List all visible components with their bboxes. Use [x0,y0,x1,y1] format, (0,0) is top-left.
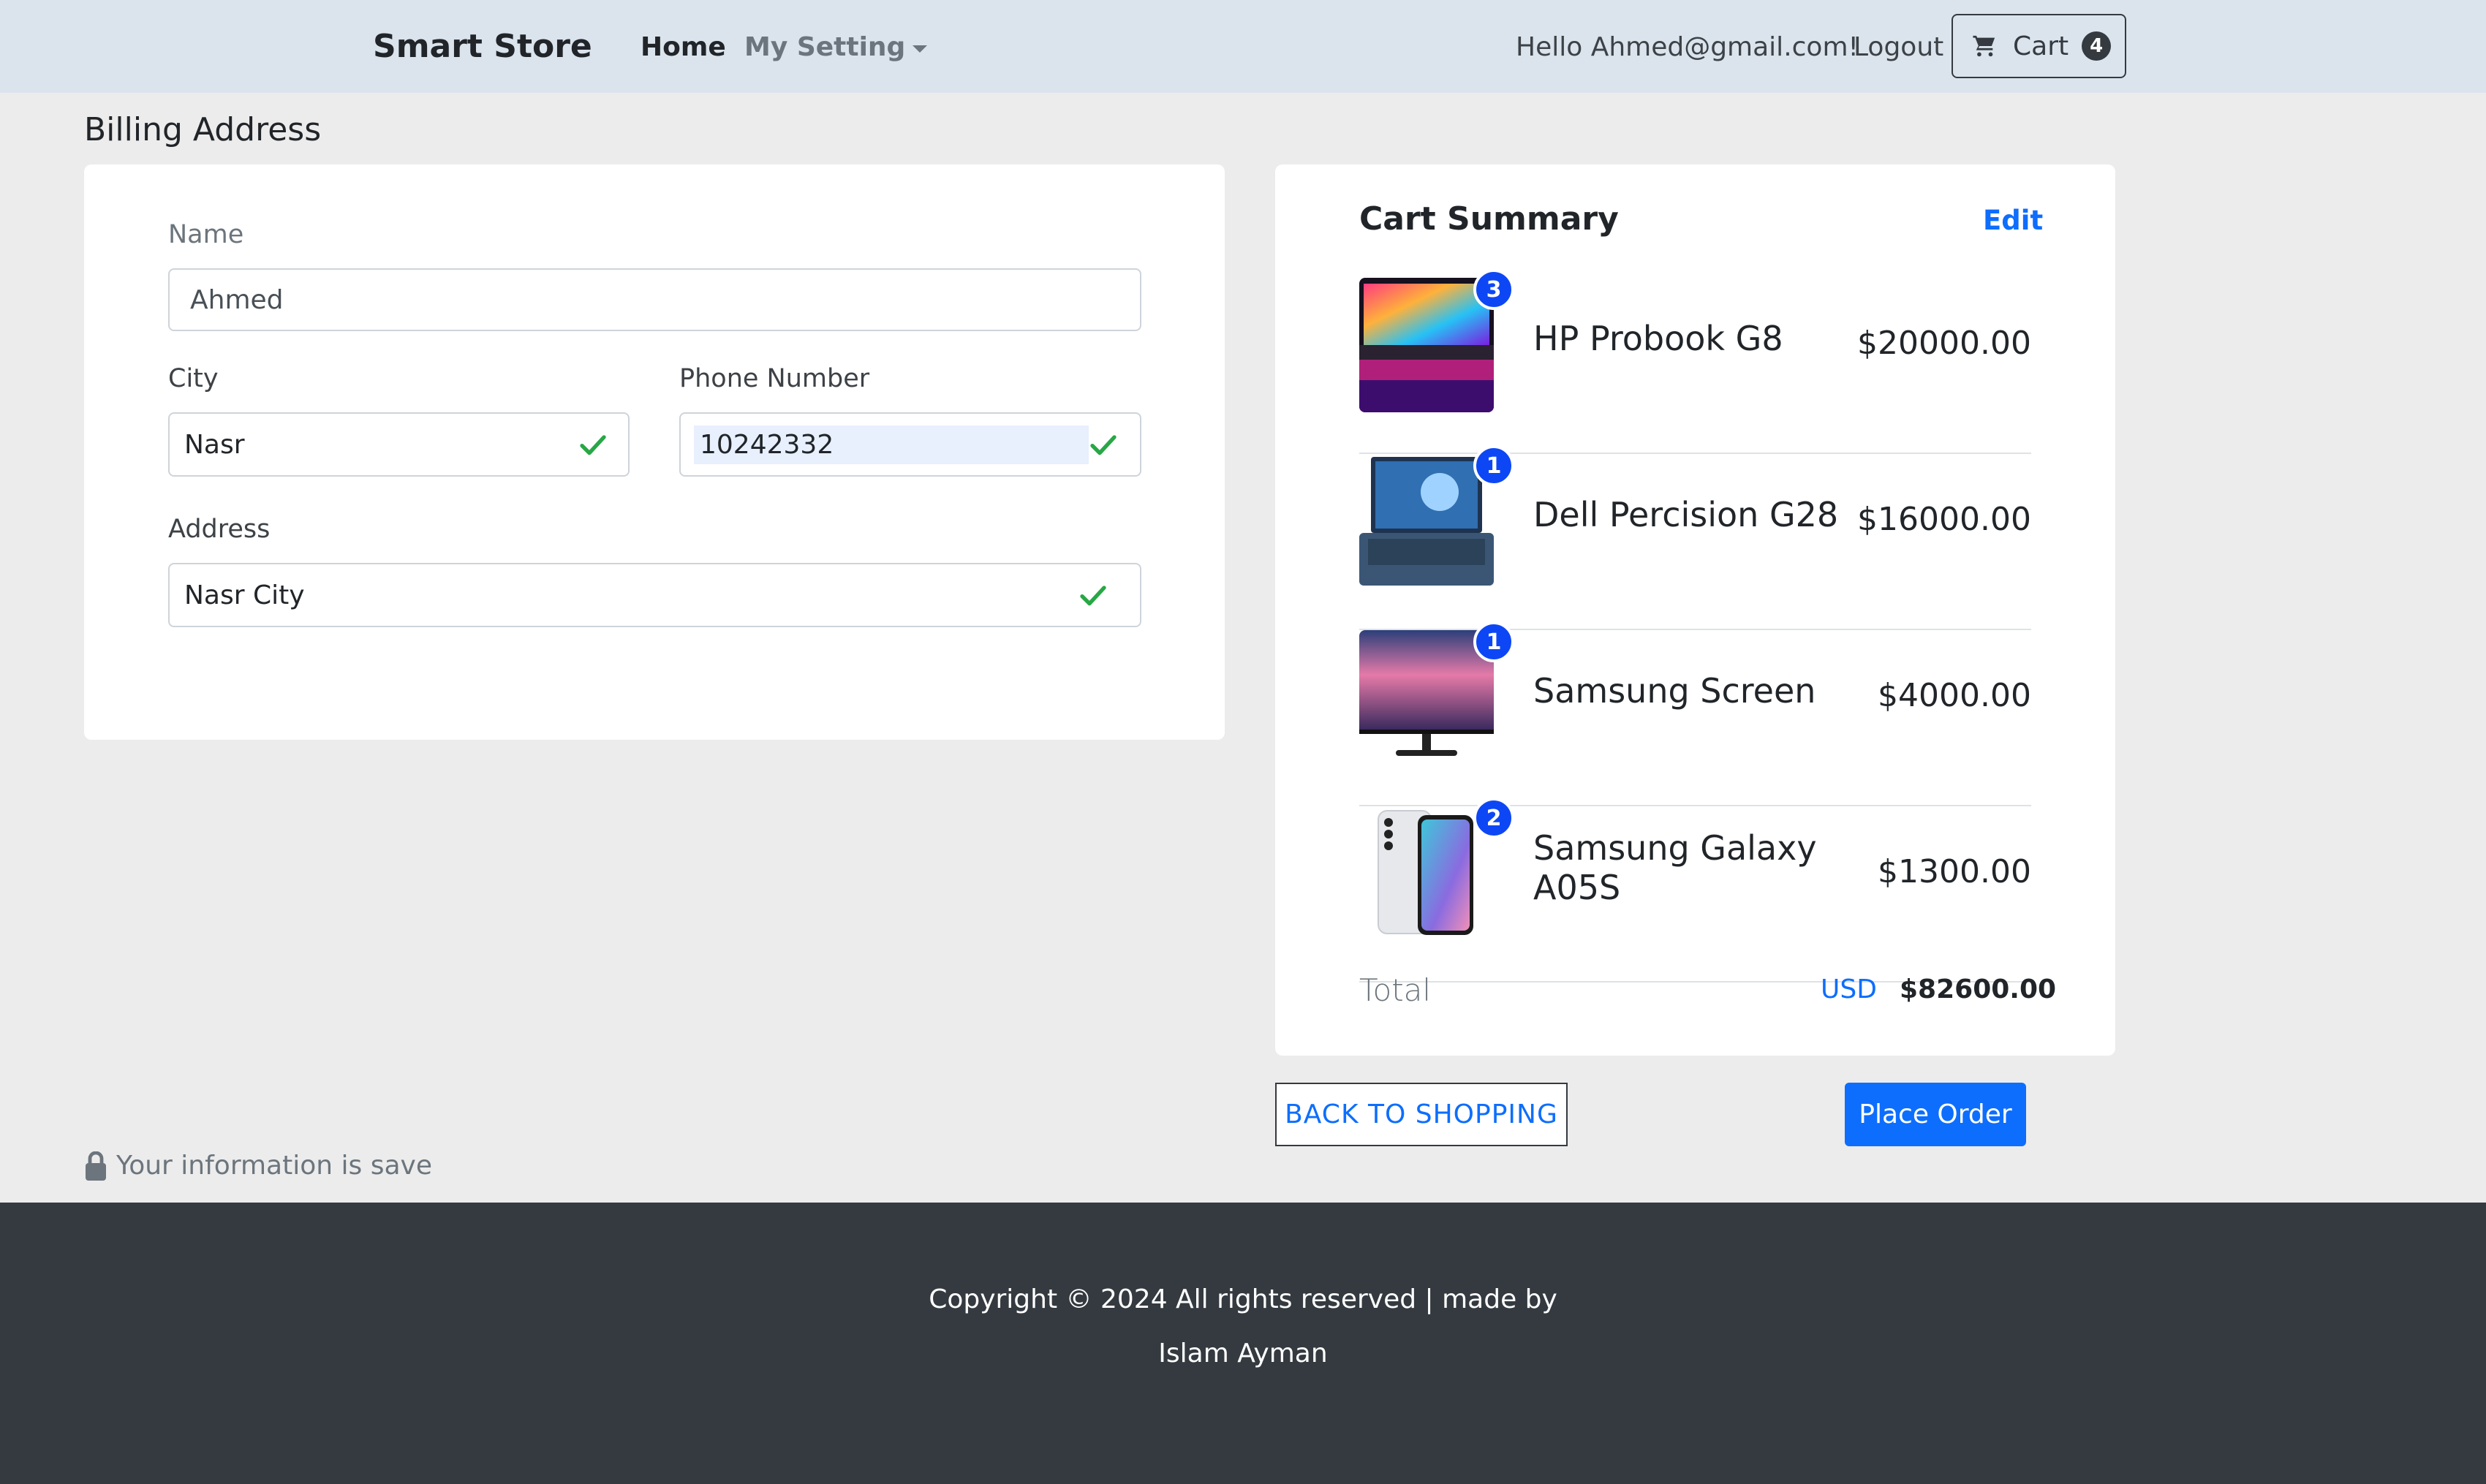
item-name: Samsung Galaxy A05S [1533,828,1817,907]
cart-count-badge: 4 [2082,31,2112,61]
logout-link[interactable]: Logout [1854,32,1943,62]
billing-card: Name Ahmed City Nasr Phone Number 102423… [84,164,1225,740]
copyright-text: Copyright © 2024 All rights reserved | m… [929,1284,1557,1314]
info-saved-note: Your information is save [84,1151,432,1181]
quantity-badge: 2 [1473,798,1514,838]
item-name: Samsung Screen [1533,671,1816,711]
name-label: Name [168,220,244,249]
phone-field[interactable]: 10242332 [679,412,1141,477]
cart-item: 1 Samsung Screen $4000.00 [1359,621,2031,806]
address-label: Address [168,515,271,544]
quantity-badge: 1 [1473,445,1514,486]
lock-icon [86,1151,106,1181]
author-name: Islam Ayman [1158,1339,1328,1368]
place-order-button[interactable]: Place Order [1845,1083,2026,1146]
phone-value: 10242332 [694,425,1089,464]
currency-label: USD [1821,974,1877,1004]
billing-title: Billing Address [84,111,322,148]
monitor-thumbnail [1359,630,1494,765]
nav-settings-dropdown[interactable]: My Setting [744,32,928,62]
nav-home-link[interactable]: Home [641,32,726,62]
quantity-badge: 1 [1473,621,1514,662]
valid-check-icon [580,435,606,455]
city-field[interactable]: Nasr [168,412,630,477]
cart-item: 2 Samsung Galaxy A05S $1300.00 [1359,798,2031,983]
caret-down-icon [913,45,928,53]
city-label: City [168,364,219,393]
footer: Copyright © 2024 All rights reserved | m… [0,1203,2486,1484]
total-label: Total [1359,972,1432,1008]
laptop-thumbnail [1359,454,1494,588]
brand-logo[interactable]: Smart Store [373,28,592,65]
city-value: Nasr [184,429,245,460]
name-field[interactable]: Ahmed [168,268,1141,331]
back-to-shopping-button[interactable]: BACK TO SHOPPING [1275,1083,1568,1146]
cart-item: 3 HP Probook G8 $20000.00 [1359,269,2031,454]
address-value: Nasr City [184,580,305,610]
name-value: Ahmed [190,284,284,315]
item-price: $16000.00 [1857,501,2031,538]
phone-label: Phone Number [679,364,870,393]
quantity-badge: 3 [1473,269,1514,310]
item-price: $20000.00 [1857,325,2031,362]
cart-label: Cart [2013,31,2069,61]
item-price: $4000.00 [1878,677,2031,714]
item-name: Dell Percision G28 [1533,495,1839,534]
item-price: $1300.00 [1878,853,2031,890]
info-saved-text: Your information is save [116,1151,432,1181]
total-value: $82600.00 [1900,974,2057,1004]
cart-button[interactable]: Cart 4 [1952,14,2126,78]
laptop-thumbnail [1359,278,1494,412]
cart-summary-title: Cart Summary [1359,200,1619,238]
phone-thumbnail [1359,806,1494,941]
address-field[interactable]: Nasr City [168,563,1141,627]
cart-item: 1 Dell Percision G28 $16000.00 [1359,445,2031,630]
user-greeting: Hello Ahmed@gmail.com! [1516,32,1859,62]
cart-icon [1973,35,1995,57]
item-name: HP Probook G8 [1533,319,1783,358]
valid-check-icon [1080,586,1106,606]
valid-check-icon [1090,435,1117,455]
nav-settings-label: My Setting [744,32,906,62]
edit-cart-link[interactable]: Edit [1983,205,2043,236]
navbar: Smart Store Home My Setting Hello Ahmed@… [0,0,2486,93]
